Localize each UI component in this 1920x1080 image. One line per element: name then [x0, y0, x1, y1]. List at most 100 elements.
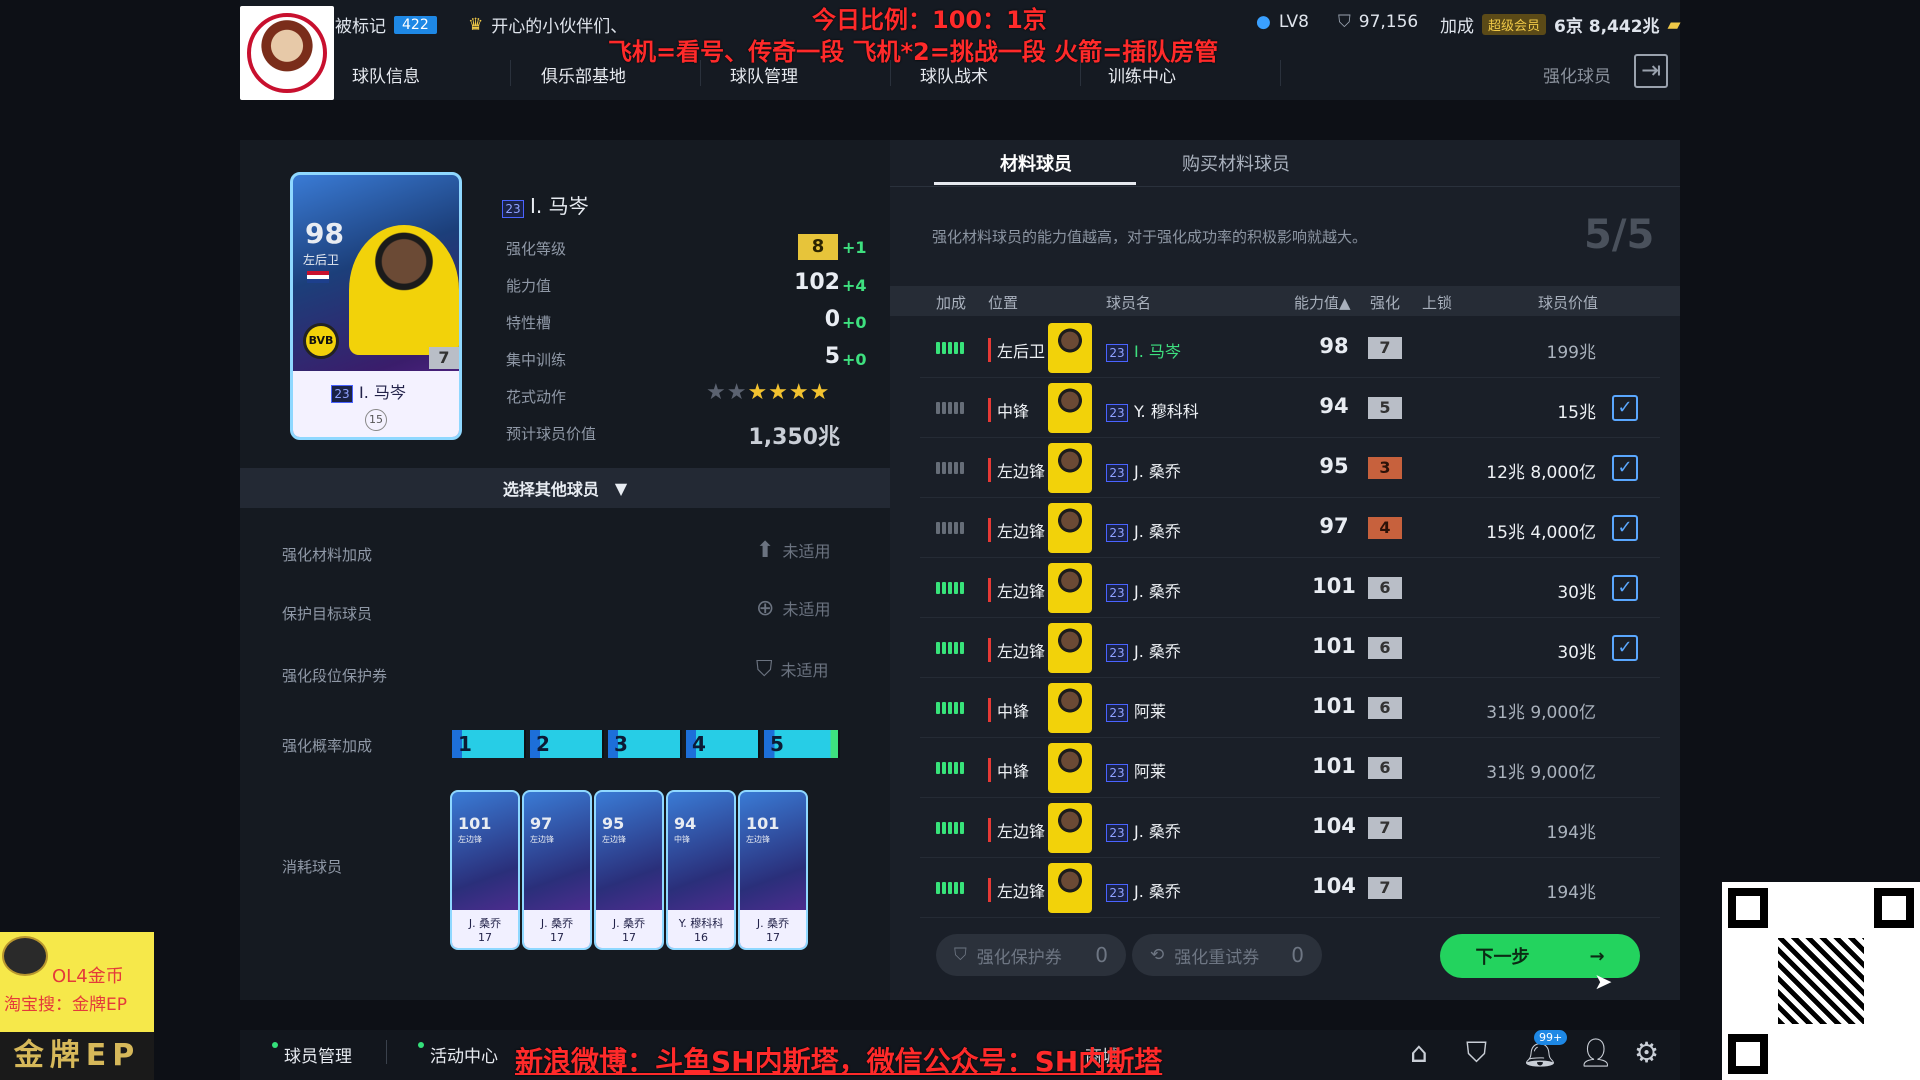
arrow-right-icon: →: [1589, 945, 1605, 967]
stat-value-enhance-level: 8: [798, 234, 838, 260]
boost-bars-icon: [936, 462, 964, 474]
exit-icon[interactable]: ⇥: [1634, 54, 1668, 88]
consumed-card-position: 左边锋: [458, 835, 482, 844]
card-season-badge: 23: [331, 385, 353, 403]
col-ability-sort[interactable]: 能力值▲: [1294, 292, 1351, 313]
row-ovr: 101: [1312, 574, 1356, 598]
row-position: 左后卫: [988, 338, 1045, 362]
row-season-badge: 23: [1106, 464, 1128, 482]
material-row[interactable]: 左后卫 23 I. 马岑 98 7 199兆: [920, 318, 1660, 378]
nav-club-base[interactable]: 俱乐部基地: [541, 62, 626, 87]
material-row[interactable]: 左边锋 23 J. 桑乔 101 6 30兆 ✓: [920, 618, 1660, 678]
currency-display: 6京 8,442兆 ▰: [1554, 12, 1681, 38]
checkbox-checked-icon[interactable]: ✓: [1612, 635, 1638, 661]
material-row[interactable]: 中锋 23 阿莱 101 6 31兆 9,000亿: [920, 678, 1660, 738]
user-icon[interactable]: 👤︎: [1578, 1036, 1614, 1069]
col-boost[interactable]: 加成: [936, 292, 966, 313]
star-filled-icon: ★★★★: [747, 380, 831, 405]
bottom-nav-events[interactable]: 活动中心: [418, 1042, 498, 1067]
material-row[interactable]: 左边锋 23 J. 桑乔 104 7 194兆: [920, 798, 1660, 858]
protect-ticket-button[interactable]: ⛉ 强化保护券 0: [936, 934, 1126, 976]
col-player-value[interactable]: 球员价值: [1538, 292, 1598, 313]
row-name-text: J. 桑乔: [1134, 882, 1181, 901]
consumed-card-number: 17: [550, 931, 564, 944]
row-name-text: J. 桑乔: [1134, 822, 1181, 841]
consumed-card-position: 中锋: [674, 835, 690, 844]
club-shield-icon[interactable]: ⛉: [1466, 1036, 1487, 1070]
nav-training-center[interactable]: 训练中心: [1108, 62, 1176, 87]
consumed-card-ovr: 101: [458, 814, 492, 833]
material-row[interactable]: 左边锋 23 J. 桑乔 104 7 194兆: [920, 858, 1660, 918]
club-logo[interactable]: [240, 6, 334, 100]
row-ovr: 98: [1319, 334, 1349, 358]
player-card[interactable]: 98 左后卫 BVB 7 23 I. 马岑 15: [290, 172, 462, 440]
retry-ticket-button[interactable]: ⟲ 强化重试券 0: [1132, 934, 1322, 976]
stat-label-expected-value: 预计球员价值: [506, 425, 597, 443]
ad-brand-logo: 金牌EP: [0, 1032, 154, 1080]
nav-team-info[interactable]: 球队信息: [352, 62, 420, 87]
card-number: 15: [365, 409, 387, 431]
row-value: 15兆 4,000亿: [1486, 523, 1596, 543]
consumed-card-ovr: 95: [602, 814, 625, 833]
consumed-card[interactable]: 95 左边锋 J. 桑乔 17: [594, 790, 664, 950]
active-dot: [272, 1042, 278, 1048]
consumed-card-position: 左边锋: [746, 835, 770, 844]
col-player-name[interactable]: 球员名: [1106, 292, 1151, 313]
row-grade: 6: [1368, 757, 1402, 779]
row-grade: 5: [1368, 397, 1402, 419]
checkbox-checked-icon[interactable]: ✓: [1612, 575, 1638, 601]
row-player-name: 23 J. 桑乔: [1106, 818, 1181, 842]
material-row[interactable]: 中锋 23 阿莱 101 6 31兆 9,000亿: [920, 738, 1660, 798]
material-count: 5/5: [1584, 212, 1655, 258]
checkbox-checked-icon[interactable]: ✓: [1612, 515, 1638, 541]
partner-group[interactable]: ♛ 开心的小伙伴们、: [468, 12, 627, 38]
row-player-name: 23 I. 马岑: [1106, 338, 1181, 362]
home-icon[interactable]: ⌂: [1410, 1036, 1428, 1069]
boost-display[interactable]: 加成 超级会员: [1440, 12, 1547, 37]
row-player-portrait: [1048, 863, 1092, 913]
row-name-text: J. 桑乔: [1134, 642, 1181, 661]
consumed-card-ovr: 97: [530, 814, 553, 833]
select-other-player-button[interactable]: 选择其他球员 ▼: [240, 468, 890, 508]
tab-buy-material-players[interactable]: 购买材料球员: [1182, 150, 1290, 176]
boost-bars-icon: [936, 522, 964, 534]
boost-bars-icon: [936, 762, 964, 774]
consumed-card[interactable]: 101 左边锋 J. 桑乔 17: [738, 790, 808, 950]
row-player-portrait: [1048, 683, 1092, 733]
consumed-card[interactable]: 97 左边锋 J. 桑乔 17: [522, 790, 592, 950]
material-row[interactable]: 左边锋 23 J. 桑乔 101 6 30兆 ✓: [920, 558, 1660, 618]
material-row[interactable]: 中锋 23 Y. 穆科科 94 5 15兆 ✓: [920, 378, 1660, 438]
row-grade: 7: [1368, 817, 1402, 839]
consumed-card[interactable]: 101 左边锋 J. 桑乔 17: [450, 790, 520, 950]
row-name-text: I. 马岑: [1134, 342, 1181, 361]
stat-value-expected-value: 1,350兆: [748, 425, 840, 450]
enhance-player-link[interactable]: 强化球员: [1543, 62, 1611, 87]
marked-badge[interactable]: 被标记 422: [335, 12, 437, 37]
checkbox-checked-icon[interactable]: ✓: [1612, 395, 1638, 421]
material-row[interactable]: 左边锋 23 J. 桑乔 95 3 12兆 8,000亿 ✓: [920, 438, 1660, 498]
shield-icon: ⛉: [954, 945, 967, 965]
col-enhance[interactable]: 强化: [1370, 292, 1400, 313]
stat-label-ability: 能力值: [506, 277, 552, 295]
row-player-name: 23 J. 桑乔: [1106, 638, 1181, 662]
gear-icon[interactable]: ⚙: [1634, 1036, 1659, 1069]
active-tab-underline: [934, 182, 1136, 185]
nav-team-manage[interactable]: 球队管理: [730, 62, 798, 87]
row-player-name: 23 J. 桑乔: [1106, 878, 1181, 902]
col-position[interactable]: 位置: [988, 292, 1018, 313]
tab-material-players[interactable]: 材料球员: [1000, 150, 1072, 176]
row-position: 左边锋: [988, 818, 1045, 842]
row-name-text: 阿莱: [1134, 762, 1167, 781]
row-season-badge: 23: [1106, 644, 1128, 662]
bottom-divider: [386, 1040, 387, 1064]
row-player-portrait: [1048, 803, 1092, 853]
consumed-card[interactable]: 94 中锋 Y. 穆科科 16: [666, 790, 736, 950]
col-lock[interactable]: 上锁: [1422, 292, 1452, 313]
checkbox-checked-icon[interactable]: ✓: [1612, 455, 1638, 481]
bottom-nav-label: 活动中心: [430, 1047, 498, 1067]
material-row[interactable]: 左边锋 23 J. 桑乔 97 4 15兆 4,000亿 ✓: [920, 498, 1660, 558]
nav-divider: [1080, 60, 1081, 86]
probability-label: 强化概率加成: [282, 737, 373, 755]
bottom-nav-player-manage[interactable]: 球员管理: [272, 1042, 352, 1067]
nav-tactics[interactable]: 球队战术: [920, 62, 988, 87]
